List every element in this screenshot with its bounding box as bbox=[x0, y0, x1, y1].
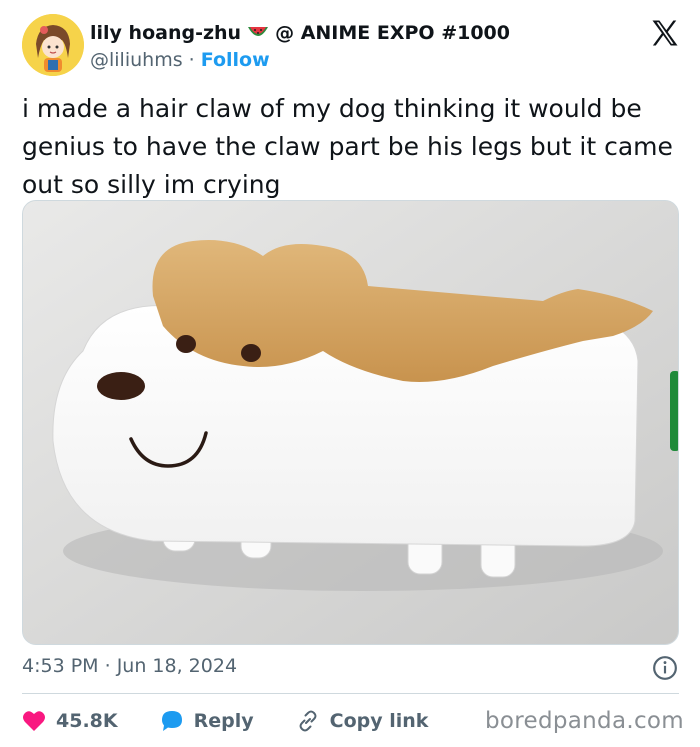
author-name-row: lily hoang-zhu @ ANIME EXPO #1000 bbox=[90, 22, 510, 44]
x-logo-icon[interactable] bbox=[650, 18, 680, 48]
handle-separator: · bbox=[188, 49, 195, 71]
info-icon[interactable] bbox=[652, 655, 678, 681]
tweet-actions: 45.8K Reply Copy link bbox=[22, 706, 470, 736]
author-display-name[interactable]: lily hoang-zhu bbox=[90, 22, 241, 44]
like-button[interactable]: 45.8K bbox=[22, 710, 118, 732]
author-handle-row: @liliuhms · Follow bbox=[90, 49, 270, 71]
tweet-header: lily hoang-zhu @ ANIME EXPO #1000 @liliu… bbox=[22, 14, 682, 78]
copy-link-label: Copy link bbox=[329, 710, 429, 732]
reply-bubble-icon bbox=[161, 711, 182, 731]
copy-link-button[interactable]: Copy link bbox=[296, 709, 429, 733]
reply-button[interactable]: Reply bbox=[160, 709, 254, 733]
tweet-meta: 4:53 PM · Jun 18, 2024 bbox=[22, 655, 682, 681]
tweet-text: i made a hair claw of my dog thinking it… bbox=[22, 94, 673, 199]
avatar-illustration-icon bbox=[22, 14, 84, 76]
likes-count: 45.8K bbox=[56, 710, 118, 732]
heart-icon bbox=[23, 711, 45, 731]
meta-separator: · bbox=[104, 655, 111, 677]
divider bbox=[22, 693, 679, 694]
tweet-date[interactable]: Jun 18, 2024 bbox=[117, 655, 237, 677]
follow-button[interactable]: Follow bbox=[201, 49, 270, 71]
watermark: boredpanda.com bbox=[485, 708, 684, 734]
tweet-time[interactable]: 4:53 PM bbox=[22, 655, 99, 677]
watermelon-icon bbox=[248, 27, 269, 36]
reply-label: Reply bbox=[193, 710, 254, 732]
link-icon bbox=[299, 710, 317, 732]
tweet-media[interactable] bbox=[22, 200, 679, 645]
author-event-tag: @ ANIME EXPO #1000 bbox=[275, 22, 510, 44]
avatar[interactable] bbox=[22, 14, 84, 76]
author-handle[interactable]: @liliuhms bbox=[90, 49, 183, 71]
dog-hair-claw-photo-icon bbox=[23, 201, 678, 644]
